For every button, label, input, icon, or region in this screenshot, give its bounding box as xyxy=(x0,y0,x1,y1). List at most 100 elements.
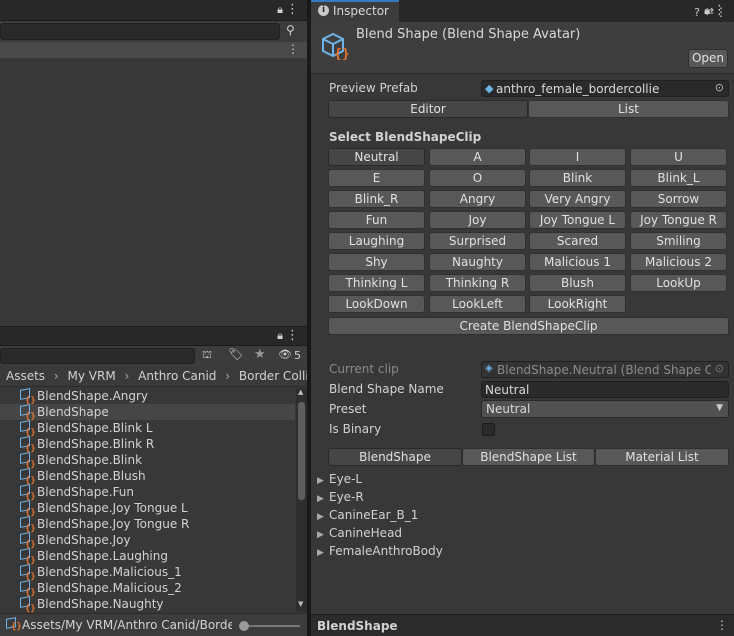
clip-button[interactable]: Surprised xyxy=(429,232,526,250)
list-item[interactable]: {} BlendShape.Fun xyxy=(0,484,295,502)
breadcrumb-item[interactable]: My VRM xyxy=(68,369,116,383)
kebab-menu-icon[interactable]: ⋮ xyxy=(716,618,728,632)
lock-icon[interactable]: 🔒︎ xyxy=(277,329,283,343)
tab-blendshape[interactable]: BlendShape xyxy=(328,448,462,466)
hidden-packages-icon[interactable]: 👁︎ xyxy=(278,348,292,361)
icon-size-slider[interactable] xyxy=(239,621,300,631)
project-tabbar: 🔒︎ ⋮ xyxy=(0,327,307,346)
open-button[interactable]: Open xyxy=(688,49,728,68)
scroll-down-icon[interactable]: ▼ xyxy=(298,600,303,608)
preview-prefab-field[interactable]: ◆ anthro_female_bordercollie ⊙ xyxy=(481,80,729,97)
clip-button[interactable]: Blink_L xyxy=(630,169,727,187)
clip-button[interactable]: U xyxy=(630,148,727,166)
clip-button[interactable]: Scared xyxy=(529,232,626,250)
clip-button[interactable]: E xyxy=(328,169,425,187)
foldout-arrow-icon[interactable]: ▶ xyxy=(317,530,325,540)
list-item[interactable]: {} BlendShape.Blink xyxy=(0,452,295,470)
project-search-input[interactable] xyxy=(0,348,195,364)
tab-material-list[interactable]: Material List xyxy=(595,448,729,466)
scrollbar-thumb[interactable] xyxy=(298,402,305,500)
list-item[interactable]: {} BlendShape.Malicious_2 xyxy=(0,580,295,598)
clip-button[interactable]: Malicious 1 xyxy=(529,253,626,271)
clip-button[interactable]: Blink_R xyxy=(328,190,425,208)
foldout-arrow-icon[interactable]: ▶ xyxy=(317,494,325,504)
clip-button[interactable]: Thinking L xyxy=(328,274,425,292)
tree-foldout[interactable]: ▶ Eye-L xyxy=(317,472,362,486)
clip-button[interactable]: Fun xyxy=(328,211,425,229)
scroll-up-icon[interactable]: ▲ xyxy=(298,388,303,396)
list-item[interactable]: {} BlendShape.Blink L xyxy=(0,420,295,438)
create-clip-button[interactable]: Create BlendShapeClip xyxy=(328,317,729,335)
kebab-menu-icon[interactable]: ⋮ xyxy=(286,2,299,17)
tree-foldout[interactable]: ▶ CanineEar_B_1 xyxy=(317,508,418,522)
kebab-menu-icon[interactable]: ⋮ xyxy=(715,5,727,19)
clip-button[interactable]: Joy Tongue R xyxy=(630,211,727,229)
list-item[interactable]: {} BlendShape.Blink R xyxy=(0,436,295,454)
lock-icon[interactable]: 🔒︎ xyxy=(277,3,283,17)
project-scrollbar[interactable]: ▲ ▼ xyxy=(296,388,307,612)
prefab-icon: ◆ xyxy=(485,82,494,95)
favorites-star-icon[interactable]: ★ xyxy=(254,347,266,362)
clip-button[interactable]: Malicious 2 xyxy=(630,253,727,271)
clip-button[interactable]: Blink xyxy=(529,169,626,187)
list-item[interactable]: {} BlendShape.Malicious_1 xyxy=(0,564,295,582)
clip-button[interactable]: Joy Tongue L xyxy=(529,211,626,229)
foldout-arrow-icon[interactable]: ▶ xyxy=(317,548,325,558)
tree-foldout[interactable]: ▶ FemaleAnthroBody xyxy=(317,544,443,558)
is-binary-checkbox[interactable] xyxy=(482,423,495,436)
tab-blendshape-list[interactable]: BlendShape List xyxy=(462,448,595,466)
foldout-arrow-icon[interactable]: ▶ xyxy=(317,476,325,486)
list-item[interactable]: {} BlendShape.Naughty xyxy=(0,596,295,614)
kebab-menu-icon[interactable]: ⋮ xyxy=(286,328,299,343)
slider-thumb[interactable] xyxy=(239,621,249,631)
clip-button[interactable]: LookUp xyxy=(630,274,727,292)
clip-button[interactable]: Sorrow xyxy=(630,190,727,208)
list-item[interactable]: {} BlendShape.Joy Tongue R xyxy=(0,516,295,534)
foldout-arrow-icon[interactable]: ▶ xyxy=(317,512,325,522)
list-item[interactable]: {} BlendShape xyxy=(0,404,295,422)
clip-button[interactable]: LookRight xyxy=(529,295,626,313)
kebab-menu-icon[interactable]: ⋮ xyxy=(287,42,299,56)
clip-button[interactable]: Blush xyxy=(529,274,626,292)
list-item[interactable]: {} BlendShape.Blush xyxy=(0,468,295,486)
clip-button[interactable]: Angry xyxy=(429,190,526,208)
clip-button[interactable]: A xyxy=(429,148,526,166)
clip-button[interactable]: LookLeft xyxy=(429,295,526,313)
hierarchy-options-icon[interactable]: ⚲ xyxy=(286,23,295,37)
clip-button[interactable]: Laughing xyxy=(328,232,425,250)
filter-by-label-icon[interactable]: 🏷︎ xyxy=(228,347,243,361)
clip-button[interactable]: O xyxy=(429,169,526,187)
hierarchy-tabbar: 🔒︎ ⋮ xyxy=(0,0,307,21)
breadcrumb-item[interactable]: Anthro Canid xyxy=(138,369,216,383)
breadcrumb-item[interactable]: Assets xyxy=(6,369,45,383)
project-toolbar: ⛫ 🏷︎ ★ 👁︎ 5 xyxy=(0,346,307,366)
blendshape-name-input[interactable]: Neutral xyxy=(481,381,729,398)
list-item[interactable]: {} BlendShape.Joy Tongue L xyxy=(0,500,295,518)
clip-button[interactable]: Shy xyxy=(328,253,425,271)
breadcrumb-item[interactable]: Border Collie xyxy=(239,369,307,383)
clip-button[interactable]: Smiling xyxy=(630,232,727,250)
clip-button[interactable]: I xyxy=(529,148,626,166)
preset-dropdown[interactable]: Neutral ▼ xyxy=(481,400,729,418)
clip-button[interactable]: LookDown xyxy=(328,295,425,313)
tree-foldout[interactable]: ▶ Eye-R xyxy=(317,490,364,504)
tab-list[interactable]: List xyxy=(528,100,729,118)
clip-button[interactable]: Thinking R xyxy=(429,274,526,292)
filter-by-type-icon[interactable]: ⛫ xyxy=(202,348,212,363)
list-item[interactable]: {} BlendShape.Laughing xyxy=(0,548,295,566)
tree-foldout[interactable]: ▶ CanineHead xyxy=(317,526,402,540)
hierarchy-search-input[interactable] xyxy=(0,23,280,40)
object-picker-icon[interactable]: ⊙ xyxy=(715,81,724,94)
list-item[interactable]: {} BlendShape.Joy xyxy=(0,532,295,550)
clip-button[interactable]: Very Angry xyxy=(529,190,626,208)
clip-button[interactable]: Naughty xyxy=(429,253,526,271)
tab-inspector[interactable]: i Inspector xyxy=(311,0,399,22)
presets-icon[interactable]: ⇄ xyxy=(705,5,714,18)
list-item-label: BlendShape.Joy xyxy=(37,533,131,547)
clip-button[interactable]: Joy xyxy=(429,211,526,229)
help-icon[interactable]: ? xyxy=(694,6,700,19)
blendshape-name-label: Blend Shape Name xyxy=(329,382,444,396)
tab-editor[interactable]: Editor xyxy=(328,100,528,118)
list-item[interactable]: {} BlendShape.Angry xyxy=(0,388,295,406)
clip-button[interactable]: Neutral xyxy=(328,148,425,166)
